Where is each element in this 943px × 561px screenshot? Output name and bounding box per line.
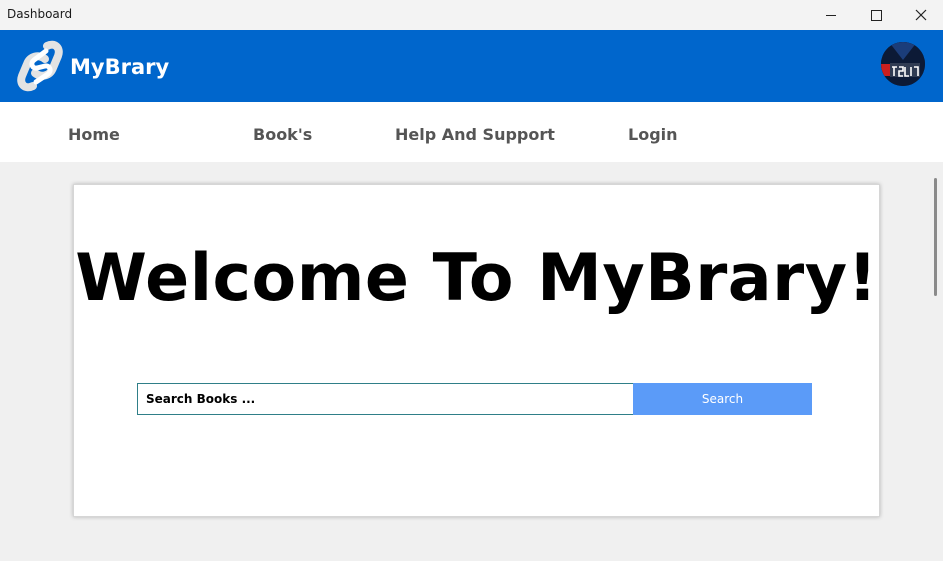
search-button[interactable]: Search (633, 383, 812, 415)
nav-item-login[interactable]: Login (628, 125, 678, 144)
search-input[interactable] (137, 383, 641, 415)
studio-avatar-icon[interactable] (881, 42, 925, 86)
close-button[interactable] (898, 0, 943, 30)
close-icon (915, 9, 927, 21)
maximize-button[interactable] (853, 0, 899, 30)
nav-item-help-and-support[interactable]: Help And Support (395, 125, 555, 144)
brand-name[interactable]: MyBrary (70, 55, 169, 79)
minimize-icon (826, 14, 836, 16)
app-header: MyBrary (0, 30, 943, 102)
scrollbar-thumb[interactable] (934, 178, 937, 296)
nav-item-books[interactable]: Book's (253, 125, 312, 144)
main-content: Welcome To MyBrary! Search (0, 162, 928, 561)
window-title-bar: Dashboard (0, 0, 943, 30)
main-nav: Home Book's Help And Support Login (0, 102, 943, 162)
svelte-logo-icon[interactable] (17, 40, 63, 92)
page-title: Welcome To MyBrary! (75, 241, 878, 316)
nav-item-home[interactable]: Home (68, 125, 120, 144)
minimize-button[interactable] (808, 0, 854, 30)
welcome-card: Welcome To MyBrary! Search (73, 184, 880, 517)
vertical-scrollbar[interactable] (928, 162, 943, 561)
window-title: Dashboard (7, 7, 73, 21)
maximize-icon (870, 9, 882, 21)
